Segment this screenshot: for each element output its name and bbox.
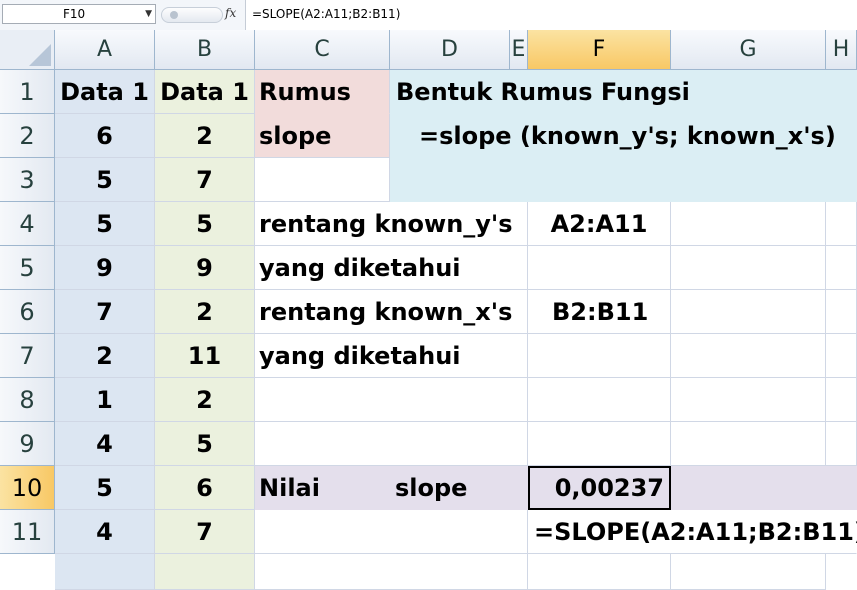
cell-d2-text: =slope (known_y's; known_x's)	[419, 122, 836, 150]
cell-h9[interactable]	[826, 422, 857, 466]
row-header-6[interactable]: 6	[0, 290, 55, 334]
column-header-d[interactable]: D	[390, 30, 510, 70]
cell-d2[interactable]: =slope (known_y's; known_x's)	[390, 114, 857, 202]
cell-a6[interactable]: 7	[55, 290, 155, 334]
cell-a2[interactable]: 6	[55, 114, 155, 158]
cell-c4[interactable]: rentang known_y's	[255, 202, 528, 246]
cell-b2[interactable]: 2	[155, 114, 255, 158]
cell-c8[interactable]	[255, 378, 528, 422]
row-header-10[interactable]: 10	[0, 466, 55, 510]
column-header-f[interactable]: F	[528, 30, 671, 70]
cell-h5[interactable]	[826, 246, 857, 290]
cell-b4[interactable]: 5	[155, 202, 255, 246]
cell-g5[interactable]	[671, 246, 826, 290]
cell-h4[interactable]	[826, 202, 857, 246]
row-header-11[interactable]: 11	[0, 510, 55, 554]
grip-icon	[170, 11, 178, 19]
column-header-b[interactable]: B	[155, 30, 255, 70]
cell-a11[interactable]: 4	[55, 510, 155, 554]
name-box-value: F10	[63, 7, 86, 21]
row-header-5[interactable]: 5	[0, 246, 55, 290]
cell-g12[interactable]	[671, 554, 826, 590]
column-header-c[interactable]: C	[255, 30, 390, 70]
cell-a8[interactable]: 1	[55, 378, 155, 422]
formula-bar-resize-handle[interactable]	[161, 7, 223, 23]
cell-d10[interactable]: slope	[390, 466, 528, 510]
cell-g9[interactable]	[671, 422, 826, 466]
cell-a10[interactable]: 5	[55, 466, 155, 510]
cell-f5[interactable]	[528, 246, 671, 290]
cell-f11[interactable]: =SLOPE(A2:A11;B2:B11)	[528, 510, 857, 554]
column-header-g[interactable]: G	[671, 30, 826, 70]
cell-f6[interactable]: B2:B11	[528, 290, 671, 334]
cell-h6[interactable]	[826, 290, 857, 334]
cell-g4[interactable]	[671, 202, 826, 246]
cell-f9[interactable]	[528, 422, 671, 466]
cell-b3[interactable]: 7	[155, 158, 255, 202]
cell-a9[interactable]: 4	[55, 422, 155, 466]
cell-b11[interactable]: 7	[155, 510, 255, 554]
row-header-7[interactable]: 7	[0, 334, 55, 378]
cell-h7[interactable]	[826, 334, 857, 378]
cell-a5[interactable]: 9	[55, 246, 155, 290]
cell-c5[interactable]: yang diketahui	[255, 246, 528, 290]
insert-function-icon[interactable]: fx	[225, 6, 236, 20]
column-header-a[interactable]: A	[55, 30, 155, 70]
formula-input[interactable]: =SLOPE(A2:A11;B2:B11)	[245, 0, 857, 30]
cell-b1[interactable]: Data 1	[155, 70, 255, 114]
cell-b7[interactable]: 11	[155, 334, 255, 378]
cell-f7[interactable]	[528, 334, 671, 378]
cell-a3[interactable]: 5	[55, 158, 155, 202]
row-header-4[interactable]: 4	[0, 202, 55, 246]
cell-c1[interactable]: Rumus	[255, 70, 390, 114]
cell-g10[interactable]	[671, 466, 857, 510]
cell-a1[interactable]: Data 1	[55, 70, 155, 114]
cell-c9[interactable]	[255, 422, 528, 466]
select-all-icon	[29, 44, 51, 66]
column-header-e[interactable]: E	[510, 30, 528, 70]
cell-f12[interactable]	[528, 554, 671, 590]
cell-c7[interactable]: yang diketahui	[255, 334, 528, 378]
cell-b6[interactable]: 2	[155, 290, 255, 334]
cell-b9[interactable]: 5	[155, 422, 255, 466]
row-header-2[interactable]: 2	[0, 114, 55, 158]
cell-a7[interactable]: 2	[55, 334, 155, 378]
chevron-down-icon[interactable]: ▼	[145, 5, 152, 23]
name-box[interactable]: F10 ▼	[2, 4, 156, 24]
cell-d1[interactable]: Bentuk Rumus Fungsi	[390, 70, 857, 114]
cell-c11[interactable]	[255, 510, 528, 554]
cell-c12[interactable]	[255, 554, 528, 590]
cell-f8[interactable]	[528, 378, 671, 422]
cell-f4[interactable]: A2:A11	[528, 202, 671, 246]
cell-b5[interactable]: 9	[155, 246, 255, 290]
row-header-3[interactable]: 3	[0, 158, 55, 202]
cell-h8[interactable]	[826, 378, 857, 422]
cell-b12[interactable]	[155, 554, 255, 590]
cell-f10[interactable]: 0,00237	[528, 466, 671, 510]
column-header-h[interactable]: H	[826, 30, 857, 70]
cell-g6[interactable]	[671, 290, 826, 334]
cell-a12[interactable]	[55, 554, 155, 590]
row-header-8[interactable]: 8	[0, 378, 55, 422]
cell-b8[interactable]: 2	[155, 378, 255, 422]
row-header-9[interactable]: 9	[0, 422, 55, 466]
cell-c10[interactable]: Nilai	[255, 466, 390, 510]
cell-a4[interactable]: 5	[55, 202, 155, 246]
cell-b10[interactable]: 6	[155, 466, 255, 510]
cell-c6[interactable]: rentang known_x's	[255, 290, 528, 334]
select-all-button[interactable]	[0, 30, 55, 70]
formula-bar: F10 ▼ fx =SLOPE(A2:A11;B2:B11)	[0, 0, 857, 31]
cell-g7[interactable]	[671, 334, 826, 378]
cell-g8[interactable]	[671, 378, 826, 422]
cell-c3[interactable]	[255, 158, 390, 202]
row-header-1[interactable]: 1	[0, 70, 55, 114]
cell-c2[interactable]: slope	[255, 114, 390, 158]
